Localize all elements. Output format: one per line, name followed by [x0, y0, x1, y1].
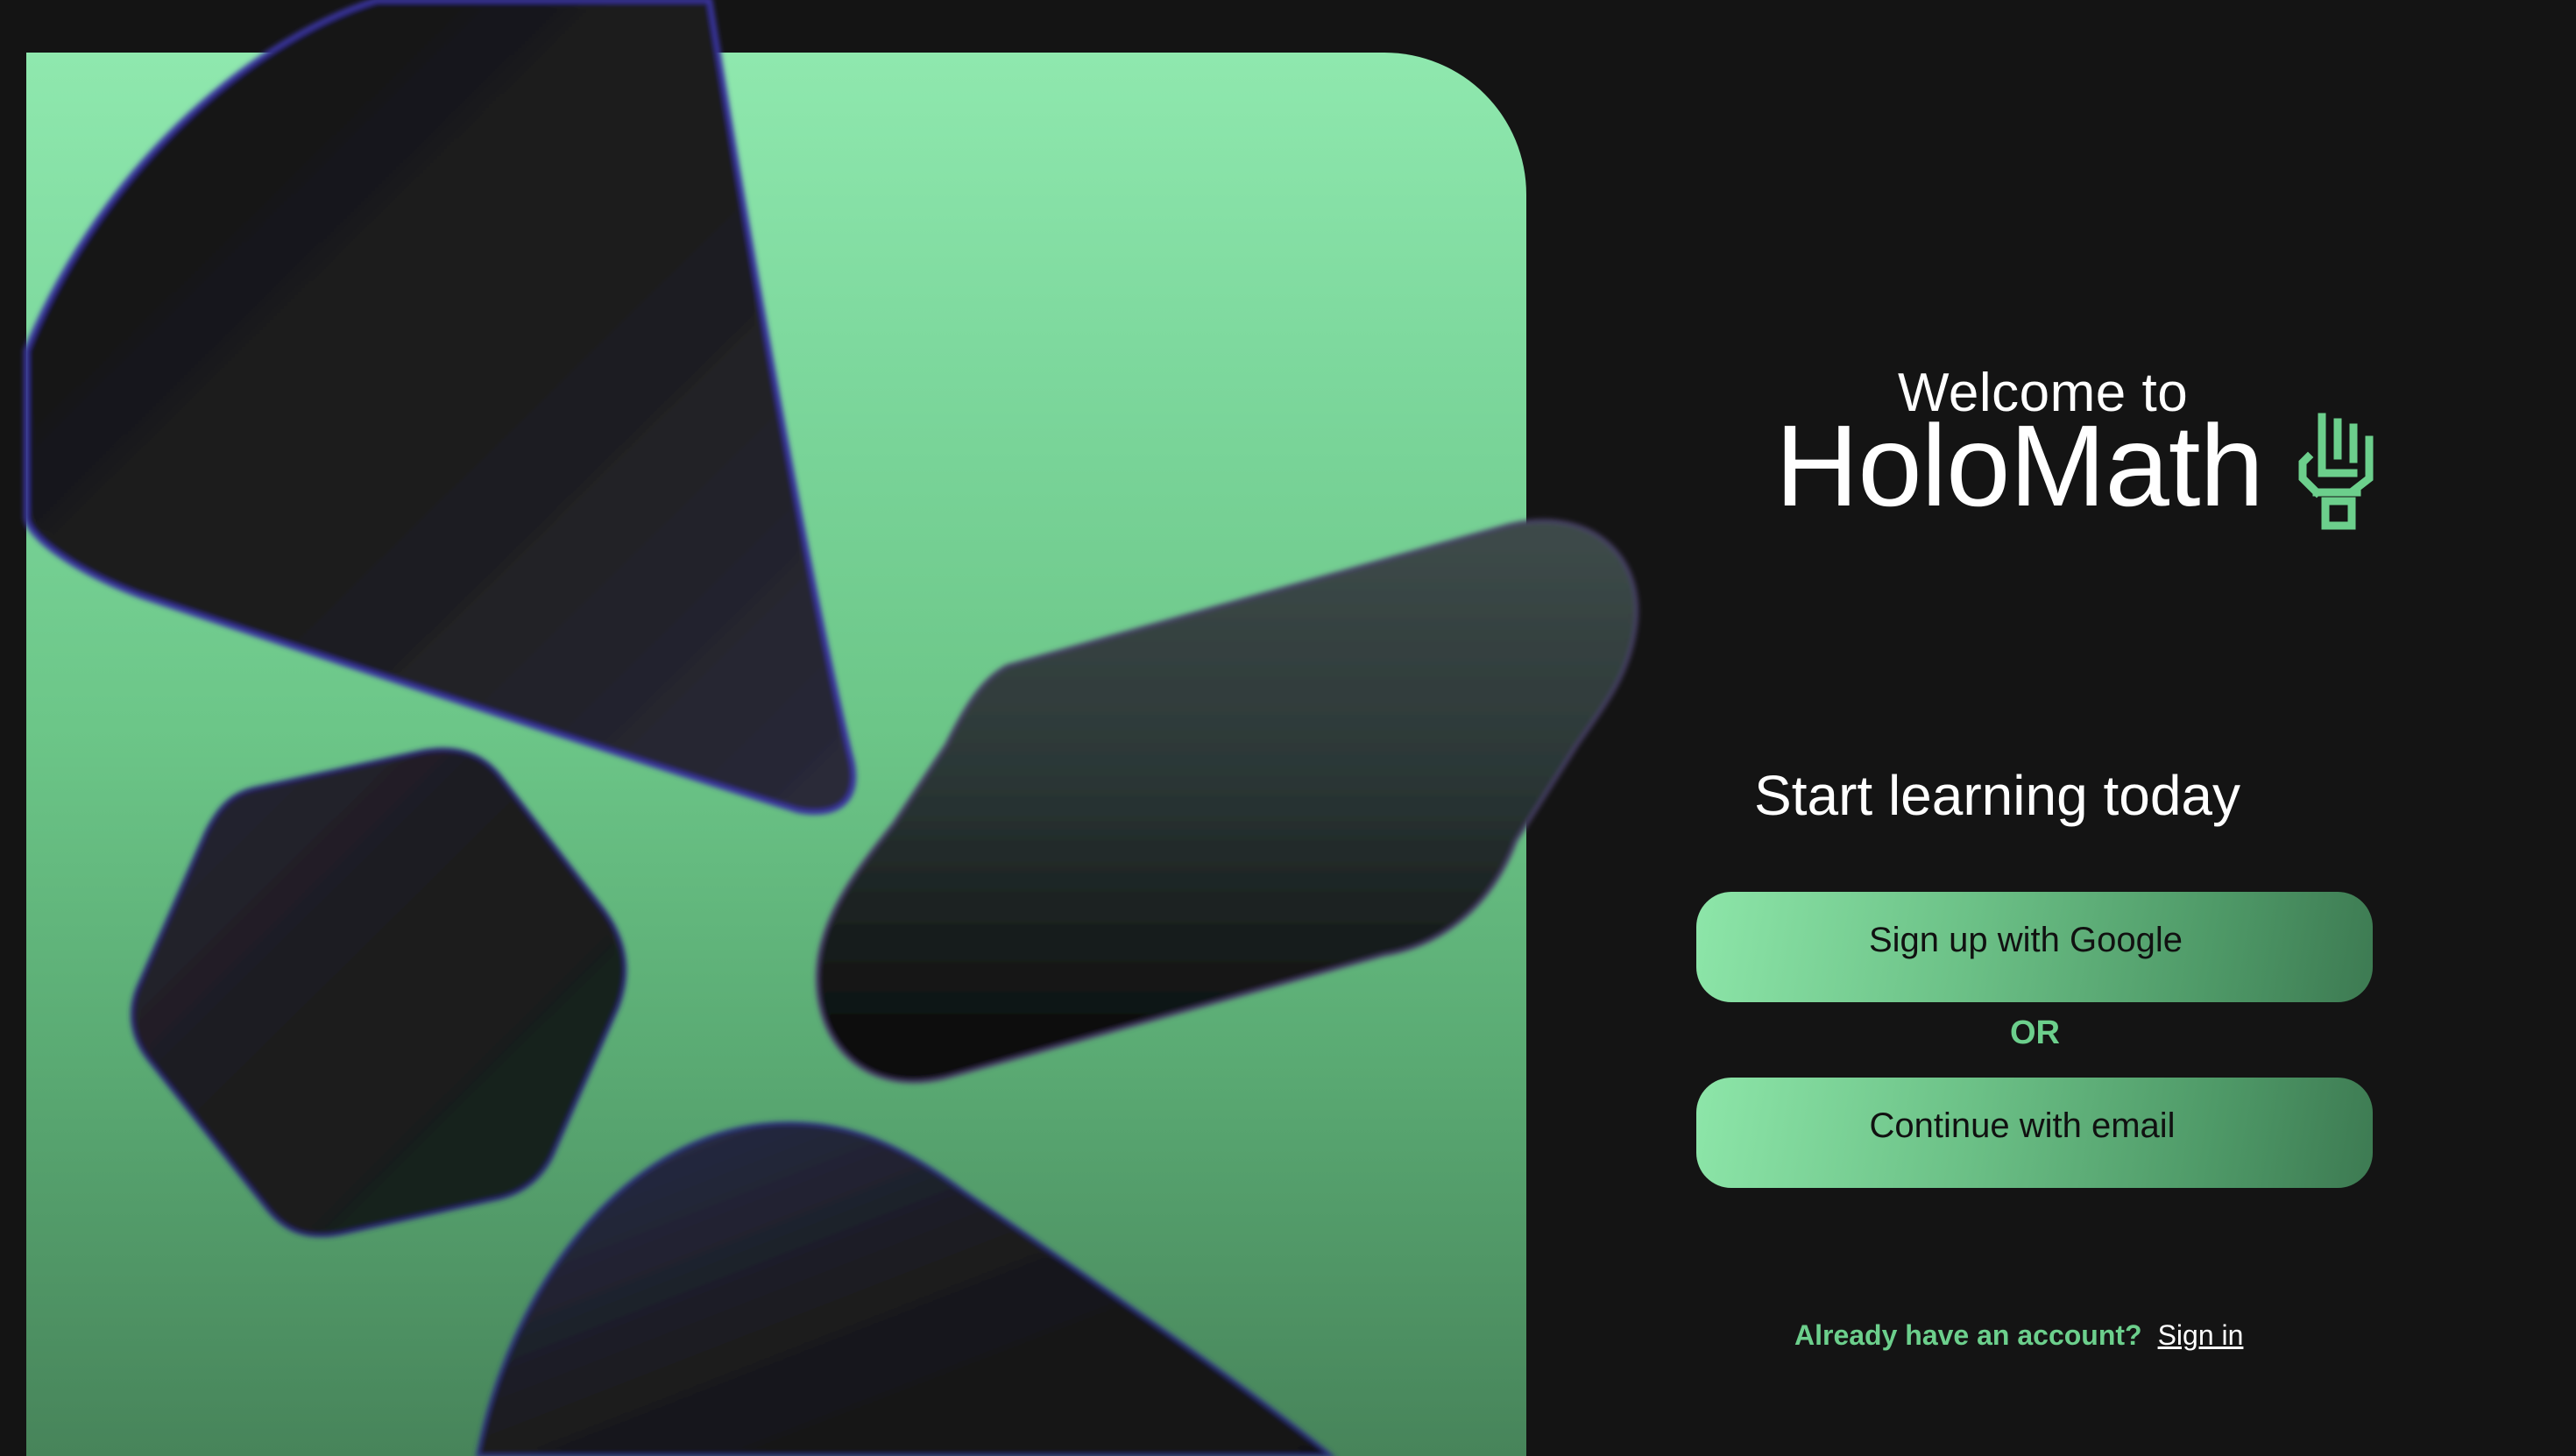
hero-art — [24, 0, 1638, 1456]
google-signup-label: Sign up with Google — [1868, 920, 2183, 959]
or-divider: OR — [2010, 1014, 2060, 1051]
account-row: Already have an account? Sign in — [1794, 1321, 2243, 1349]
tagline: Start learning today — [1754, 764, 2240, 827]
cone-shape — [24, 0, 857, 816]
cube-shape — [130, 747, 627, 1238]
login-screen: Welcome to HoloMath Start learning today… — [0, 0, 2576, 1456]
email-continue-button[interactable]: Continue with email — [1696, 1078, 2373, 1188]
lower-cone-shape — [475, 1120, 1335, 1456]
google-signup-button[interactable]: Sign up with Google — [1696, 892, 2373, 1002]
email-continue-label: Continue with email — [1869, 1106, 2176, 1145]
capsule-shape — [815, 519, 1638, 1084]
robot-hand-icon — [2298, 413, 2374, 530]
signin-link[interactable]: Sign in — [2158, 1319, 2244, 1351]
brand-title: HoloMath — [1775, 401, 2264, 530]
account-prompt: Already have an account? — [1794, 1319, 2142, 1351]
